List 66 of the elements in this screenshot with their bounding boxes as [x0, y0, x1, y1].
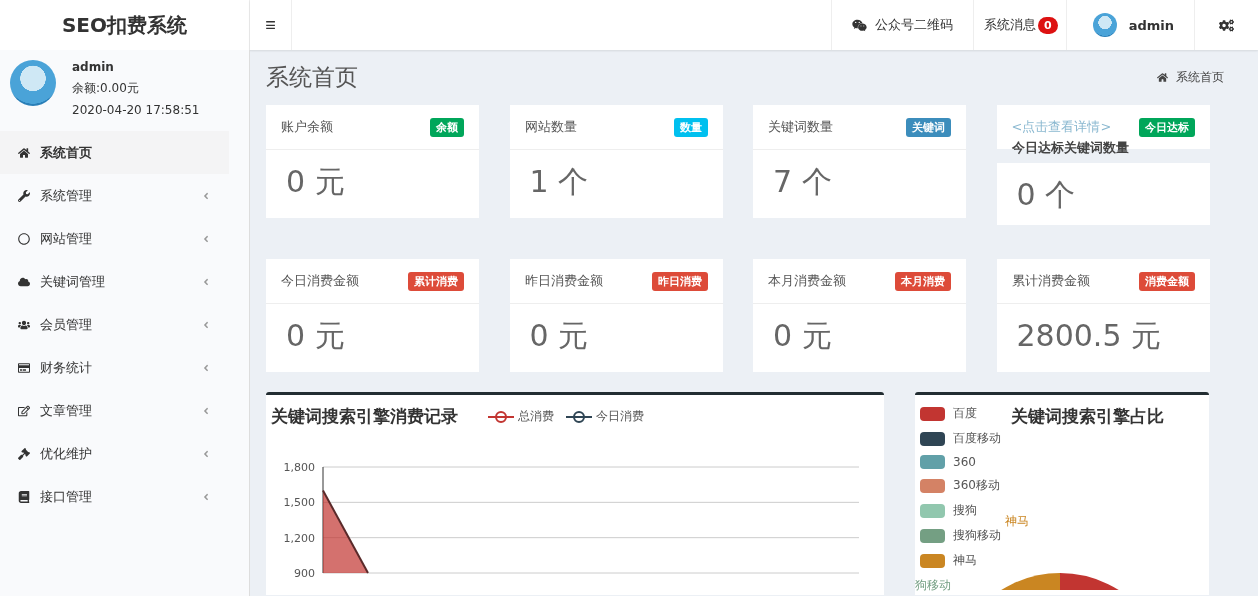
page-title: 系统首页 [266, 63, 358, 92]
user-name: admin [72, 60, 115, 74]
stat-label: 余额 [430, 117, 464, 137]
stat-title: 关键词数量 [768, 118, 833, 136]
user-balance: 余额:0.00元 [72, 80, 140, 97]
stat-title: 昨日消费金额 [524, 272, 603, 290]
stat-label: 消费金额 [1138, 271, 1195, 291]
sidebar-item[interactable]: 系统管理 [0, 174, 229, 217]
login-time: 2020-04-20 17:58:51 [72, 103, 200, 117]
y-tick-label: 900 [294, 567, 315, 580]
stat-subtitle: 今日达标关键词数量 [1010, 139, 1130, 157]
messages-link[interactable]: 系统消息 0 [973, 0, 1066, 50]
edit-icon [18, 404, 30, 417]
stat-title: 今日消费金额 [281, 272, 359, 290]
stat-label: 数量 [673, 117, 708, 137]
legend-item[interactable]: 搜狗 [920, 502, 977, 519]
stat-title: 网站数量 [524, 118, 577, 136]
stat-label: 今日达标 [1138, 117, 1195, 137]
sidebar-item[interactable]: 关键词管理 [0, 260, 229, 303]
settings-icon [1219, 17, 1234, 33]
gavel-icon [18, 447, 30, 460]
book-icon [18, 490, 30, 503]
wechat-qr-link[interactable]: 公众号二维码 [831, 0, 973, 50]
cloud-icon [18, 275, 30, 288]
message-count-badge: 0 [1038, 16, 1058, 34]
user-menu[interactable]: admin [1065, 0, 1194, 50]
legend-item[interactable]: 百度移动 [920, 430, 1001, 447]
chart-title: 关键词搜索引擎占比 [1011, 405, 1164, 428]
app-logo: SEO扣费系统 [0, 0, 250, 50]
sidebar-item[interactable]: 会员管理 [0, 303, 229, 346]
sidebar-item[interactable]: 文章管理 [0, 389, 229, 432]
sidebar-item[interactable]: 网站管理 [0, 217, 229, 260]
stat-label: 累计消费 [408, 271, 464, 291]
breadcrumb-link[interactable]: 系统首页 [1157, 69, 1242, 86]
stat-title: 本月消费金额 [768, 272, 846, 290]
legend-item[interactable]: 神马 [920, 552, 977, 569]
stat-label: 关键词 [906, 117, 951, 137]
legend-item[interactable]: 今日消费 [566, 408, 644, 425]
legend-item[interactable]: 搜狗移动 [920, 527, 1001, 544]
wechat-icon [852, 17, 867, 33]
credit-card-icon [18, 361, 30, 374]
sidebar-item[interactable]: 系统首页 [0, 131, 229, 174]
legend-item[interactable]: 360 [920, 455, 976, 469]
slice-label: 神马 [1005, 513, 1029, 530]
avatar [1092, 13, 1117, 37]
y-tick-label: 1,800 [283, 461, 315, 474]
stat-title: 账户余额 [281, 118, 333, 136]
slice-label: 狗移动 [915, 577, 951, 594]
home-icon [1157, 72, 1168, 83]
sidebar-item[interactable]: 财务统计 [0, 346, 229, 389]
sidebar-item[interactable]: 接口管理 [0, 475, 229, 518]
users-icon [18, 318, 30, 331]
wrench-icon [18, 189, 30, 202]
chart-title: 关键词搜索引擎消费记录 [271, 405, 458, 428]
legend-item[interactable]: 百度 [920, 405, 977, 422]
sidebar-item[interactable]: 优化维护 [0, 432, 229, 475]
stat-label: 本月消费 [895, 271, 951, 291]
avatar [10, 60, 56, 106]
home-icon [18, 146, 30, 159]
legend-item[interactable]: 总消费 [488, 408, 554, 425]
stat-title: 累计消费金额 [1011, 272, 1090, 290]
y-tick-label: 1,500 [283, 496, 315, 510]
menu-toggle-button[interactable]: ≡ [250, 0, 292, 50]
y-tick-label: 1,200 [283, 531, 315, 545]
stat-label: 昨日消费 [651, 271, 708, 291]
legend-item[interactable]: 360移动 [920, 477, 1000, 494]
